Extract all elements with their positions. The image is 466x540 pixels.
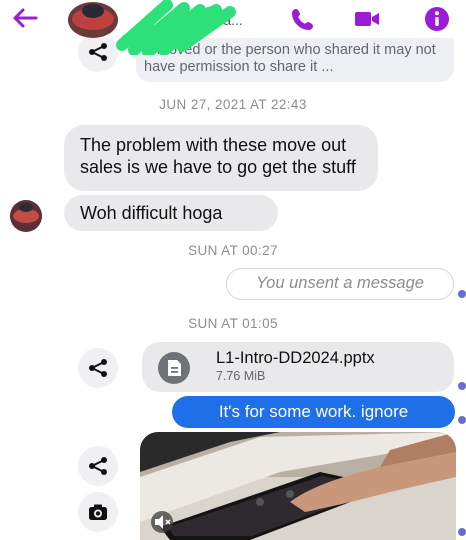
read-receipt-dot (458, 528, 466, 536)
share-button[interactable] (78, 446, 118, 486)
share-icon (89, 43, 107, 61)
phone-icon[interactable] (290, 6, 316, 32)
share-icon (89, 359, 107, 377)
incoming-message[interactable]: The problem with these move out sales is… (64, 125, 378, 191)
contact-avatar[interactable] (68, 2, 118, 38)
read-receipt-dot (458, 416, 466, 424)
outgoing-message[interactable]: It's for some work. ignore (172, 396, 455, 428)
share-icon (89, 457, 107, 475)
read-receipt-dot (458, 290, 466, 298)
incoming-message[interactable]: Woh difficult hoga (64, 195, 278, 231)
camera-button[interactable] (78, 492, 118, 532)
sender-avatar[interactable] (10, 200, 42, 232)
video-thumbnail[interactable] (140, 432, 456, 540)
back-arrow-icon[interactable] (10, 4, 40, 32)
file-size: 7.76 MiB (216, 369, 266, 383)
timestamp: SUN AT 00:27 (188, 243, 278, 258)
document-icon (158, 352, 190, 384)
file-name: L1-Intro-DD2024.pptx (216, 349, 375, 367)
timestamp: SUN AT 01:05 (188, 316, 278, 331)
share-button[interactable] (78, 348, 118, 388)
video-icon[interactable] (354, 6, 380, 32)
timestamp: JUN 27, 2021 AT 22:43 (159, 97, 307, 112)
camera-icon (89, 504, 107, 520)
info-icon[interactable] (424, 6, 450, 32)
unsent-message-notice: You unsent a message (226, 268, 454, 300)
read-receipt-dot (458, 382, 466, 390)
redaction-scribble (116, 0, 236, 55)
